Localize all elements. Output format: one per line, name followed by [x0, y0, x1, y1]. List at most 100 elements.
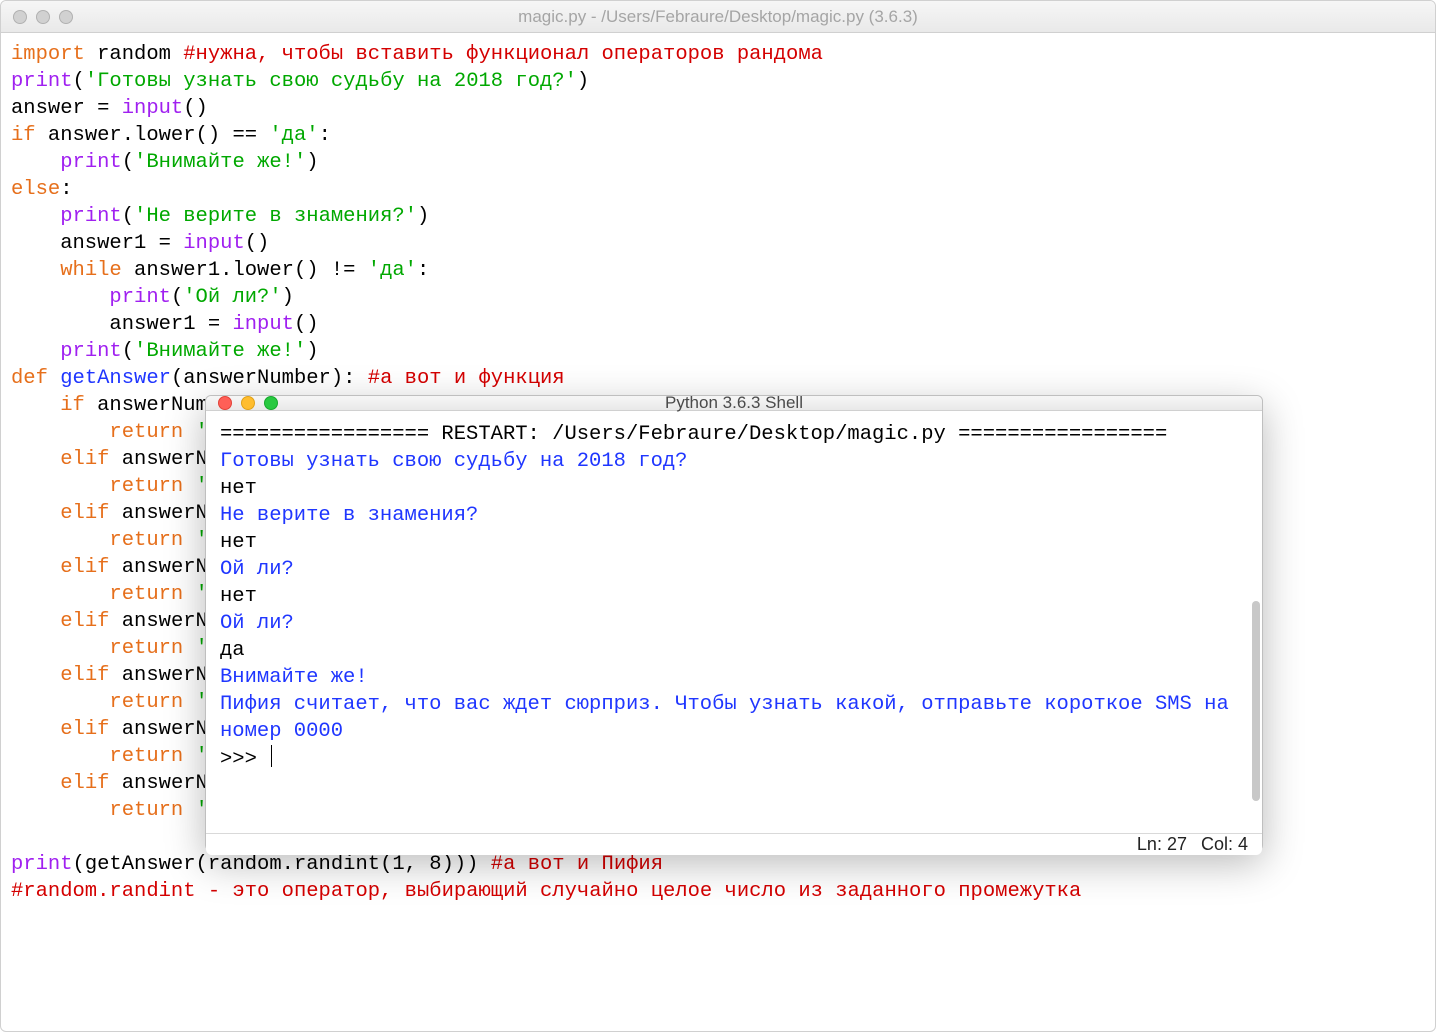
- code-token: :: [60, 178, 72, 201]
- code-token: [11, 340, 60, 363]
- code-token: 'Внимайте же!': [134, 340, 306, 363]
- code-token: (getAnswer(random.randint(1, 8))): [73, 853, 491, 876]
- code-token: :: [417, 259, 429, 282]
- shell-titlebar: Python 3.6.3 Shell: [206, 396, 1262, 411]
- code-token: [11, 151, 60, 174]
- shell-line: Ой ли?: [220, 558, 294, 581]
- code-token: answer1 =: [11, 313, 232, 336]
- code-token: [183, 799, 195, 822]
- close-icon[interactable]: [218, 396, 232, 410]
- code-token: [11, 259, 60, 282]
- editor-titlebar: magic.py - /Users/Febraure/Desktop/magic…: [1, 1, 1435, 33]
- code-token: [11, 448, 60, 471]
- zoom-icon[interactable]: [59, 10, 73, 24]
- code-token: getAnswer: [60, 367, 171, 390]
- code-token: answerN: [109, 610, 207, 633]
- code-token: [183, 475, 195, 498]
- code-token: return: [109, 475, 183, 498]
- code-token: [11, 772, 60, 795]
- code-token: #а вот и функция: [368, 367, 565, 390]
- shell-line: да: [220, 639, 245, 662]
- code-token: 'Ой ли?': [183, 286, 281, 309]
- code-token: [11, 583, 109, 606]
- code-token: (): [294, 313, 319, 336]
- code-token: elif: [60, 772, 109, 795]
- code-token: answerN: [109, 448, 207, 471]
- close-icon[interactable]: [13, 10, 27, 24]
- code-token: return: [109, 529, 183, 552]
- code-token: answerN: [109, 502, 207, 525]
- code-token: [11, 745, 109, 768]
- code-token: input: [122, 97, 184, 120]
- shell-line: Пифия считает, что вас ждет сюрприз. Что…: [220, 693, 1241, 743]
- code-token: def: [11, 367, 48, 390]
- shell-line: Ой ли?: [220, 612, 294, 635]
- code-token: answer.lower() ==: [36, 124, 270, 147]
- code-token: [183, 529, 195, 552]
- code-token: #random.randint - это оператор, выбирающ…: [11, 880, 1081, 903]
- code-token: [183, 583, 195, 606]
- code-token: [11, 799, 109, 822]
- editor-title: magic.py - /Users/Febraure/Desktop/magic…: [1, 7, 1435, 27]
- code-token: answerN: [109, 664, 207, 687]
- code-token: return: [109, 745, 183, 768]
- code-token: answerN: [109, 556, 207, 579]
- code-token: 'да': [368, 259, 417, 282]
- code-token: elif: [60, 448, 109, 471]
- code-token: return: [109, 691, 183, 714]
- code-token: else: [11, 178, 60, 201]
- code-token: elif: [60, 610, 109, 633]
- shell-line: нет: [220, 477, 257, 500]
- code-token: print: [11, 70, 73, 93]
- cursor-icon: [271, 745, 272, 767]
- shell-prompt: >>>: [220, 748, 269, 771]
- code-token: answerNum: [85, 394, 208, 417]
- code-token: elif: [60, 718, 109, 741]
- shell-line: Не верите в знамения?: [220, 504, 478, 527]
- shell-restart-line: ================= RESTART: /Users/Febrau…: [220, 423, 1167, 446]
- scrollbar[interactable]: [1252, 601, 1260, 801]
- code-token: [11, 529, 109, 552]
- code-token: 'Готовы узнать свою судьбу на 2018 год?': [85, 70, 577, 93]
- code-token: return: [109, 799, 183, 822]
- code-token: [11, 421, 109, 444]
- shell-output[interactable]: ================= RESTART: /Users/Febrau…: [206, 411, 1262, 833]
- code-token: answer1.lower() !=: [122, 259, 368, 282]
- code-token: [11, 691, 109, 714]
- code-token: input: [232, 313, 294, 336]
- code-token: [11, 556, 60, 579]
- shell-statusbar: Ln: 27 Col: 4: [206, 833, 1262, 855]
- shell-title: Python 3.6.3 Shell: [206, 393, 1262, 413]
- shell-traffic-lights: [206, 396, 278, 410]
- code-token: if: [11, 124, 36, 147]
- code-token: 'Внимайте же!': [134, 151, 306, 174]
- code-token: return: [109, 583, 183, 606]
- code-token: input: [183, 232, 245, 255]
- code-token: [11, 394, 60, 417]
- code-token: elif: [60, 502, 109, 525]
- shell-line: нет: [220, 531, 257, 554]
- minimize-icon[interactable]: [36, 10, 50, 24]
- minimize-icon[interactable]: [241, 396, 255, 410]
- shell-line: Готовы узнать свою судьбу на 2018 год?: [220, 450, 687, 473]
- code-token: answer1 =: [11, 232, 183, 255]
- shell-line: Внимайте же!: [220, 666, 368, 689]
- code-token: answerN: [109, 772, 207, 795]
- code-token: print: [60, 151, 122, 174]
- zoom-icon[interactable]: [264, 396, 278, 410]
- code-token: (): [183, 97, 208, 120]
- code-token: print: [11, 853, 73, 876]
- code-token: import: [11, 43, 85, 66]
- code-token: [11, 205, 60, 228]
- code-token: [11, 475, 109, 498]
- code-token: while: [60, 259, 122, 282]
- shell-line: нет: [220, 585, 257, 608]
- code-token: :: [319, 124, 331, 147]
- code-token: [11, 502, 60, 525]
- code-token: 'да': [269, 124, 318, 147]
- code-token: answer =: [11, 97, 122, 120]
- code-token: #а вот и Пифия: [491, 853, 663, 876]
- code-token: print: [109, 286, 171, 309]
- code-token: print: [60, 205, 122, 228]
- shell-window: Python 3.6.3 Shell ================= RES…: [205, 395, 1263, 851]
